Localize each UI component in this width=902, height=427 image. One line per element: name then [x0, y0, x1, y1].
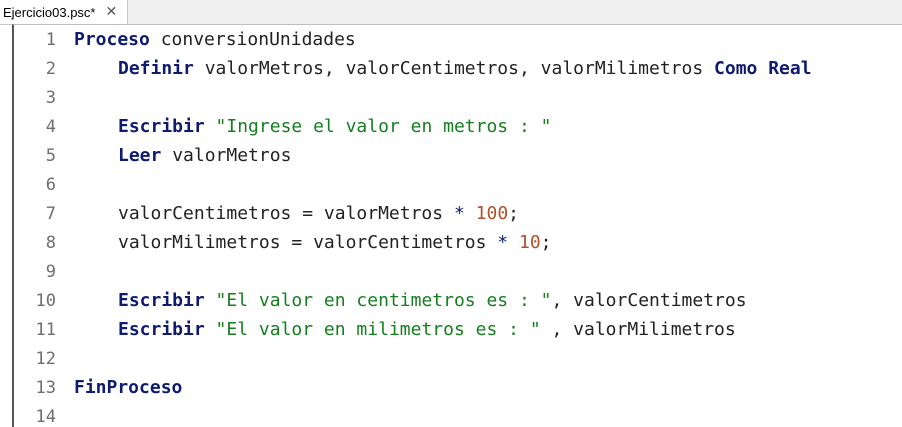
code-token-id: valorCentimetros = valorMetros: [118, 203, 454, 224]
code-token-id: [465, 203, 476, 224]
line-number: 5: [45, 145, 56, 166]
code-token-id: valorMetros, valorCentimetros, valorMili…: [193, 58, 715, 79]
code-text[interactable]: Escribir "El valor en milimetros es : " …: [74, 319, 736, 340]
tab-filename[interactable]: Ejercicio03.psc*: [3, 5, 96, 20]
code-text[interactable]: valorMilimetros = valorCentimetros * 10;: [74, 232, 552, 253]
code-line[interactable]: 13 FinProceso: [14, 373, 902, 402]
code-text[interactable]: Escribir "Ingrese el valor en metros : ": [74, 116, 552, 137]
line-number: 9: [45, 261, 56, 282]
code-text[interactable]: Escribir "El valor en centimetros es : "…: [74, 290, 747, 311]
tab-file[interactable]: Ejercicio03.psc* ✕: [0, 0, 129, 24]
code-token-id: [508, 232, 519, 253]
line-number: 10: [35, 290, 56, 311]
code-token-kw: Como Real: [714, 58, 812, 79]
code-line[interactable]: 3: [14, 83, 902, 112]
code-token-id: [205, 116, 216, 137]
line-number: 2: [45, 58, 56, 79]
close-icon[interactable]: ✕: [106, 5, 118, 19]
code-text[interactable]: valorCentimetros = valorMetros * 100;: [74, 203, 519, 224]
code-text[interactable]: FinProceso: [74, 377, 182, 398]
line-number: 8: [45, 232, 56, 253]
line-number: 4: [45, 116, 56, 137]
line-number: 1: [45, 29, 56, 50]
code-line[interactable]: 12: [14, 344, 902, 373]
code-token-id: valorMetros: [161, 145, 292, 166]
code-token-id: [205, 319, 216, 340]
code-token-id: valorMilimetros = valorCentimetros: [118, 232, 498, 253]
code-line[interactable]: 4 Escribir "Ingrese el valor en metros : …: [14, 112, 902, 141]
code-token-id: [205, 290, 216, 311]
line-number: 3: [45, 87, 56, 108]
line-number: 14: [35, 406, 56, 427]
code-token-kw: Escribir: [118, 319, 205, 340]
code-line[interactable]: 1 Proceso conversionUnidades: [14, 25, 902, 54]
code-token-kw: FinProceso: [74, 377, 183, 398]
code-token-num: 10: [518, 232, 541, 253]
code-token-op: *: [453, 203, 465, 224]
line-number: 12: [35, 348, 56, 369]
code-line[interactable]: 5 Leer valorMetros: [14, 141, 902, 170]
line-number: 6: [45, 174, 56, 195]
code-token-kw: Definir: [118, 58, 194, 79]
code-editor[interactable]: 1 Proceso conversionUnidades 2 Definir valo…: [12, 24, 902, 427]
code-text[interactable]: Leer valorMetros: [74, 145, 291, 166]
line-number: 13: [35, 377, 56, 398]
code-token-str: "El valor en milimetros es : ": [215, 319, 541, 340]
code-token-id: conversionUnidades: [149, 29, 356, 50]
code-token-id: ;: [540, 232, 552, 253]
code-line[interactable]: 2 Definir valorMetros, valorCentimetros, …: [14, 54, 902, 83]
code-token-str: "El valor en centimetros es : ": [215, 290, 552, 311]
code-token-kw: Escribir: [118, 116, 205, 137]
code-token-id: , valorMilimetros: [540, 319, 736, 340]
code-line[interactable]: 11 Escribir "El valor en milimetros es : …: [14, 315, 902, 344]
code-token-id: ;: [508, 203, 519, 224]
line-number: 11: [35, 319, 56, 340]
code-line[interactable]: 6: [14, 170, 902, 199]
code-token-op: *: [497, 232, 509, 253]
code-token-kw: Leer: [118, 145, 162, 166]
code-token-kw: Escribir: [118, 290, 205, 311]
code-line[interactable]: 8 valorMilimetros = valorCentimetros * 10…: [14, 228, 902, 257]
code-line[interactable]: 14: [14, 402, 902, 427]
code-token-kw: Proceso: [74, 29, 150, 50]
code-text[interactable]: Definir valorMetros, valorCentimetros, v…: [74, 58, 812, 79]
code-line[interactable]: 7 valorCentimetros = valorMetros * 100;: [14, 199, 902, 228]
code-text[interactable]: Proceso conversionUnidades: [74, 29, 356, 50]
code-token-str: "Ingrese el valor en metros : ": [215, 116, 552, 137]
line-number: 7: [45, 203, 56, 224]
tab-bar: Ejercicio03.psc* ✕: [0, 0, 902, 25]
code-token-id: , valorCentimetros: [551, 290, 747, 311]
code-line[interactable]: 9: [14, 257, 902, 286]
code-line[interactable]: 10 Escribir "El valor en centimetros es :…: [14, 286, 902, 315]
code-token-num: 100: [475, 203, 509, 224]
